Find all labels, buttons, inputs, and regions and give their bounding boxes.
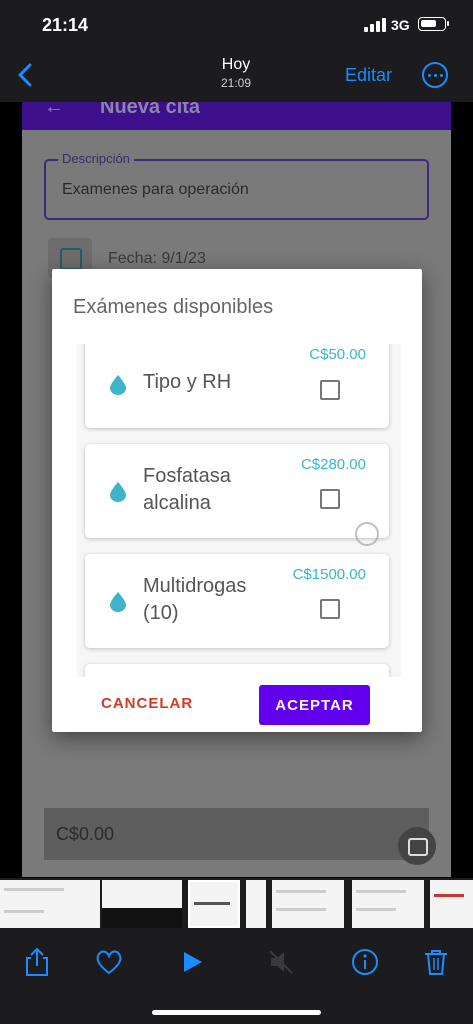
status-bar: 21:14 3G [0, 0, 473, 50]
exam-name: Fosfatasa alcalina [143, 465, 231, 514]
total-amount: C$0.00 [56, 824, 115, 844]
app-back-arrow-icon[interactable]: ← [44, 102, 64, 119]
mute-icon [269, 950, 293, 974]
signal-icon [364, 18, 386, 32]
exam-price: C$1500.00 [292, 566, 366, 583]
exam-checkbox[interactable] [320, 380, 340, 400]
exam-price: C$280.00 [300, 456, 366, 473]
nav-title: Hoy [221, 56, 251, 73]
thumbnail[interactable] [102, 880, 182, 928]
thumbnail[interactable] [272, 880, 344, 928]
exam-checkbox[interactable] [320, 489, 340, 509]
app-header-title: Nueva cita [100, 102, 201, 118]
exam-name: Tipo y RH [143, 371, 232, 393]
dialog-title: Exámenes disponibles [73, 296, 274, 318]
thumbnail[interactable] [0, 880, 100, 928]
exam-card[interactable]: Multidrogas (10) C$1500.00 [85, 554, 389, 648]
description-value: Examenes para operación [62, 181, 249, 198]
share-icon[interactable] [21, 946, 53, 978]
exam-card-partial[interactable] [85, 664, 389, 677]
back-chevron-icon[interactable] [12, 60, 42, 90]
battery-icon [418, 17, 449, 31]
thumbnail[interactable] [246, 880, 266, 928]
cancel-button[interactable]: CANCELAR [101, 695, 193, 712]
status-time: 21:14 [42, 15, 89, 35]
nav-subtitle: 21:09 [220, 76, 252, 90]
drop-icon [110, 375, 126, 395]
live-text-icon[interactable] [398, 827, 436, 865]
exams-dialog: Exámenes disponibles Tipo y RH C$50.00 F… [52, 269, 422, 732]
dialog-actions: CANCELAR ACEPTAR [52, 677, 422, 732]
info-icon[interactable] [349, 946, 381, 978]
trash-icon[interactable] [420, 946, 452, 978]
play-icon[interactable] [176, 946, 208, 978]
heart-icon[interactable] [93, 946, 125, 978]
description-label: Descripción [58, 151, 134, 166]
nav-title-group: Hoy 21:09 [186, 56, 286, 90]
exam-card[interactable]: Tipo y RH C$50.00 [85, 344, 389, 428]
app-header: ← Nueva cita [22, 102, 451, 130]
more-options-icon[interactable] [422, 62, 448, 88]
drop-icon [110, 592, 126, 612]
total-bar: C$0.00 [44, 808, 429, 860]
touch-indicator [355, 522, 379, 546]
thumbnail-strip[interactable] [0, 878, 473, 930]
exam-name: Multidrogas (10) [143, 575, 247, 624]
network-type: 3G [391, 17, 410, 33]
thumbnail-current[interactable] [188, 880, 240, 928]
drop-icon [110, 482, 126, 502]
home-indicator [152, 1010, 321, 1015]
description-field[interactable]: Descripción Examenes para operación [44, 151, 429, 220]
date-label: Fecha: 9/1/23 [108, 250, 206, 267]
thumbnail[interactable] [430, 880, 473, 928]
exam-price: C$50.00 [309, 346, 366, 363]
thumbnail[interactable] [352, 880, 424, 928]
photo-nav-bar: Hoy 21:09 Editar [0, 50, 473, 102]
exam-list[interactable]: Tipo y RH C$50.00 Fosfatasa alcalina C$2… [77, 344, 401, 677]
accept-button[interactable]: ACEPTAR [259, 685, 370, 725]
exam-card[interactable]: Fosfatasa alcalina C$280.00 [85, 444, 389, 538]
edit-button[interactable]: Editar [345, 65, 392, 86]
exam-checkbox[interactable] [320, 599, 340, 619]
